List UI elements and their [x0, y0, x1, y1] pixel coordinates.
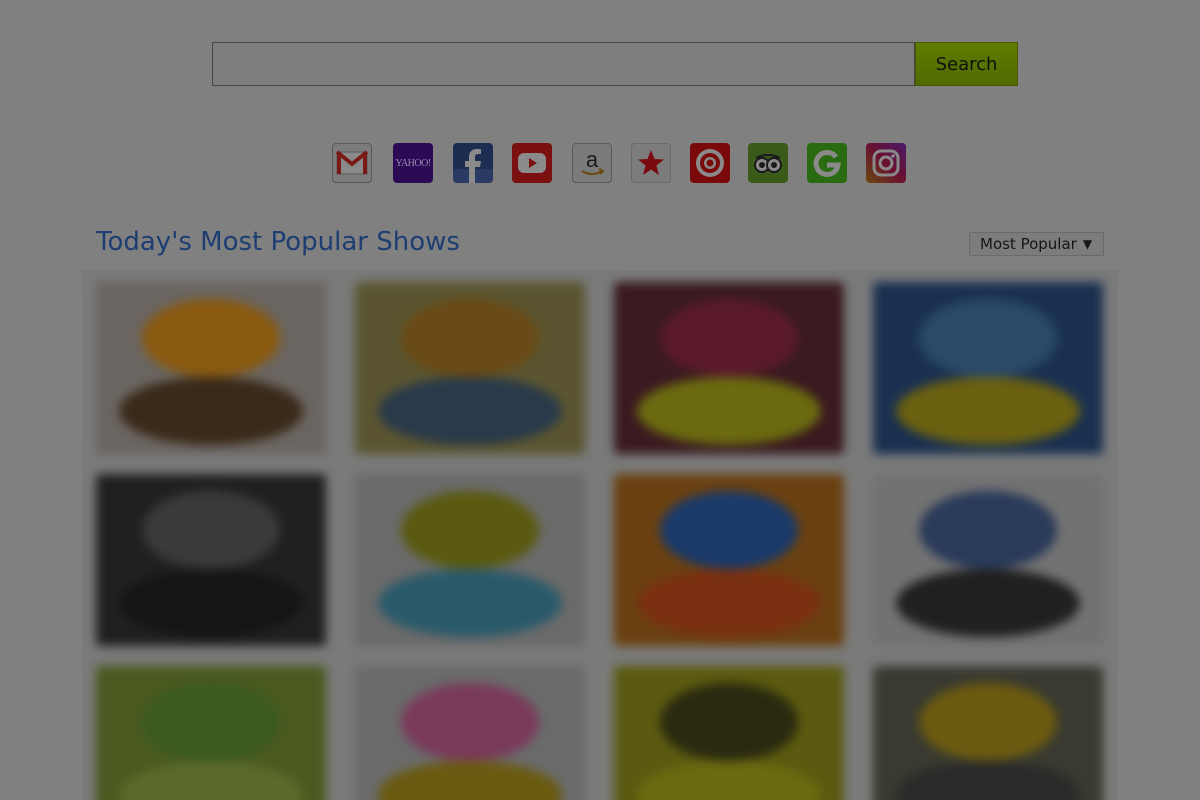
amazon-icon: a [581, 147, 605, 175]
facebook-icon [453, 149, 493, 183]
groupon-icon [813, 149, 841, 177]
thumbnail-shape [660, 683, 798, 761]
thumbnail-shape [660, 299, 798, 377]
show-thumbnail[interactable] [614, 282, 844, 454]
thumbnail-shape [637, 760, 821, 800]
thumbnail-shape [919, 491, 1057, 569]
target-icon [696, 149, 724, 177]
show-thumbnail[interactable] [873, 474, 1103, 646]
gmail-icon [335, 150, 369, 175]
show-thumbnail[interactable] [873, 282, 1103, 454]
thumbnail-shape [401, 683, 539, 761]
quick-link-macys[interactable] [631, 143, 671, 183]
show-thumbnail[interactable] [614, 474, 844, 646]
thumbnail-shape [142, 683, 280, 761]
thumbnail-shape [637, 568, 821, 638]
thumbnail-shape [378, 376, 562, 446]
search-button[interactable]: Search [915, 42, 1018, 86]
sort-dropdown[interactable]: Most Popular ▼ [969, 232, 1104, 256]
youtube-icon [518, 153, 546, 173]
show-thumbnail[interactable] [96, 666, 326, 800]
quick-link-gmail[interactable] [332, 143, 372, 183]
thumbnail-shape [660, 491, 798, 569]
owl-icon [754, 154, 782, 173]
show-thumbnail[interactable] [873, 666, 1103, 800]
star-icon [638, 150, 664, 175]
show-thumbnail[interactable] [614, 666, 844, 800]
thumbnail-shape [401, 299, 539, 377]
yahoo-icon: YAHOO! [395, 157, 431, 169]
quick-link-instagram[interactable] [866, 143, 906, 183]
thumbnail-shape [919, 299, 1057, 377]
sort-selected-label: Most Popular [980, 235, 1077, 253]
show-thumbnail[interactable] [355, 282, 585, 454]
thumbnail-shape [637, 376, 821, 446]
quick-link-yahoo[interactable]: YAHOO! [393, 143, 433, 183]
thumbnail-shape [919, 683, 1057, 761]
thumbnail-shape [401, 491, 539, 569]
thumbnail-shape [378, 760, 562, 800]
thumbnail-shape [142, 491, 280, 569]
show-thumbnail[interactable] [96, 474, 326, 646]
instagram-icon [872, 149, 900, 177]
chevron-down-icon: ▼ [1082, 237, 1093, 251]
shows-grid [82, 270, 1118, 800]
thumbnail-shape [378, 568, 562, 638]
show-thumbnail[interactable] [96, 282, 326, 454]
show-thumbnail[interactable] [355, 474, 585, 646]
thumbnail-shape [119, 376, 303, 446]
quick-link-target[interactable] [690, 143, 730, 183]
quick-link-groupon[interactable] [807, 143, 847, 183]
search-bar: Search [212, 42, 1018, 86]
quick-link-amazon[interactable]: a [572, 143, 612, 183]
quick-link-facebook[interactable] [453, 143, 493, 183]
show-thumbnail[interactable] [355, 666, 585, 800]
thumbnail-shape [119, 568, 303, 638]
thumbnail-shape [896, 568, 1080, 638]
thumbnail-shape [896, 760, 1080, 800]
quick-link-tripadvisor[interactable] [748, 143, 788, 183]
thumbnail-shape [119, 760, 303, 800]
quick-link-youtube[interactable] [512, 143, 552, 183]
thumbnail-shape [896, 376, 1080, 446]
section-title: Today's Most Popular Shows [96, 227, 460, 257]
amazon-letter: a [586, 147, 599, 172]
thumbnail-shape [142, 299, 280, 377]
search-input[interactable] [212, 42, 915, 86]
